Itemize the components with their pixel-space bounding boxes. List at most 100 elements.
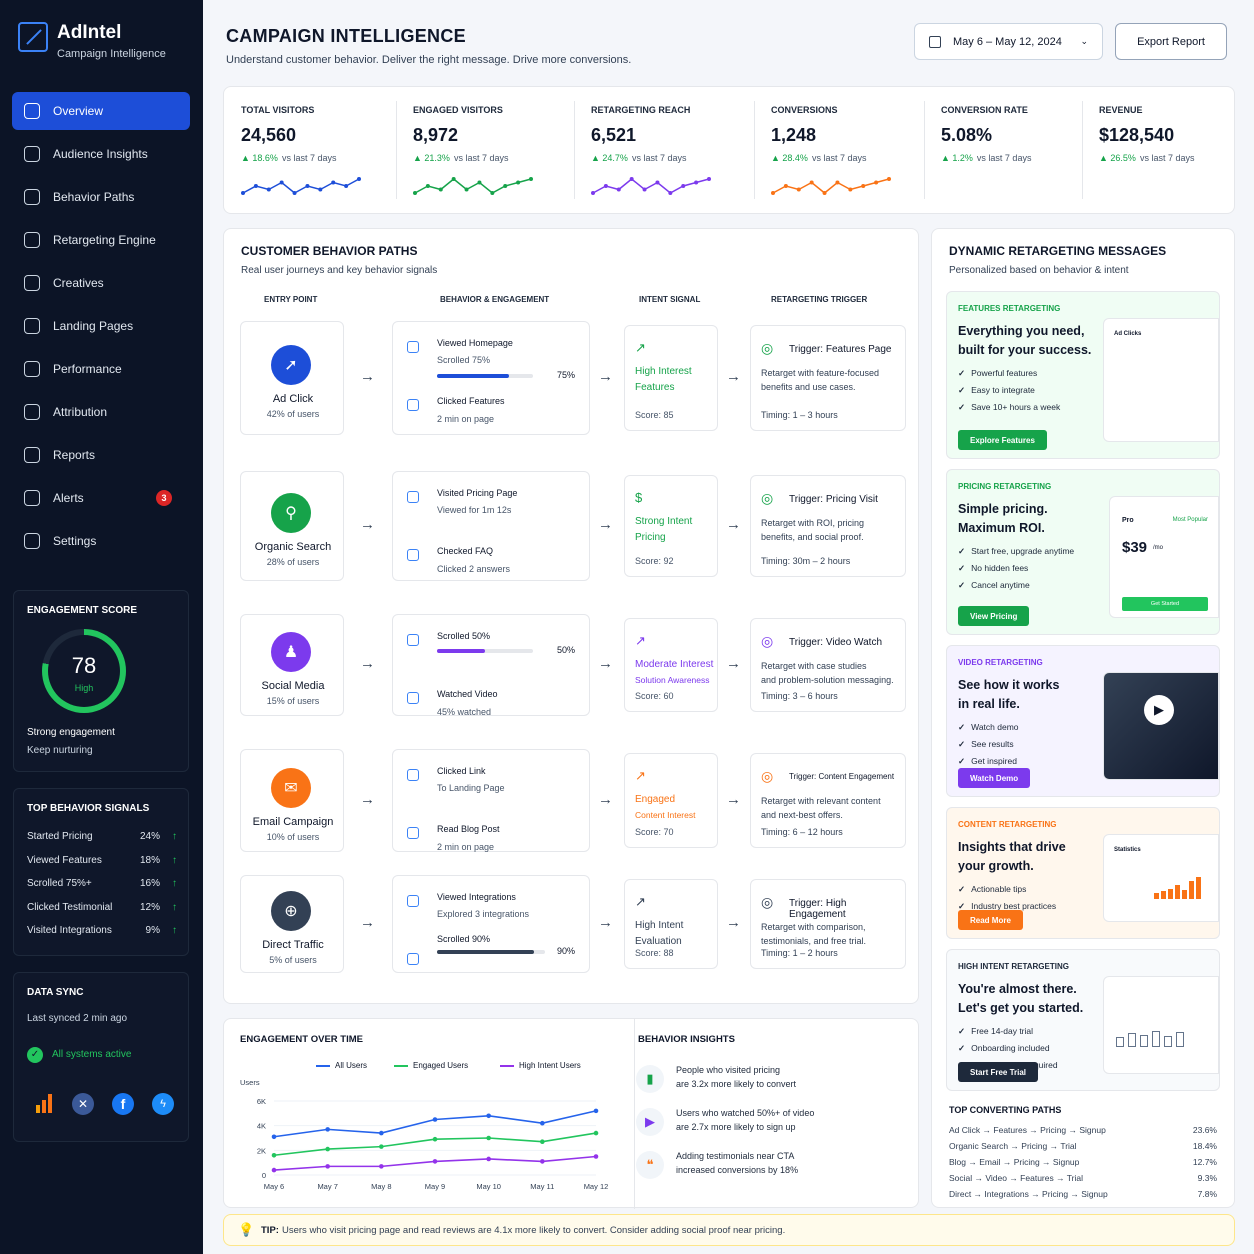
sidebar-item-label: Settings: [53, 534, 97, 548]
headline-line-1: See how it works: [958, 678, 1060, 692]
top-path-value: 9.3%: [1197, 1173, 1217, 1183]
data-point: [432, 1159, 438, 1164]
arrow-right-icon: →: [726, 655, 741, 672]
retarget-cta-button[interactable]: Watch Demo: [958, 768, 1031, 788]
behavior-step-1-detail: Explored 3 integrations: [437, 909, 530, 919]
trigger-box[interactable]: ◎ Trigger: Video Watch Retarget with case …: [750, 618, 906, 712]
retarget-card-content-retargeting[interactable]: CONTENT RETARGETING Insights that drive yo…: [946, 807, 1220, 939]
sidebar-item-alerts[interactable]: Alerts 3: [12, 479, 190, 517]
data-point: [379, 1144, 384, 1149]
retarget-benefit: Free 14-day trial: [958, 1026, 1033, 1037]
retarget-card-video-retargeting[interactable]: VIDEO RETARGETING See how it works in real…: [946, 645, 1220, 797]
page-icon: [24, 318, 40, 334]
trigger-box[interactable]: ◎ Trigger: High Engagement Retarget with c…: [750, 879, 906, 969]
entry-pct: 15% of users: [266, 696, 320, 706]
progress-label: 50%: [557, 645, 576, 655]
data-sync-card: DATA SYNC Last synced 2 min ago ✓ All sy…: [13, 972, 189, 1142]
entry-email-campaign[interactable]: ✉ Email Campaign 10% of users: [240, 749, 344, 852]
sidebar-item-attribution[interactable]: Attribution: [12, 393, 190, 431]
retarget-cta-button[interactable]: View Pricing: [958, 606, 1030, 626]
behavior-step-1: Viewed Integrations: [437, 892, 516, 902]
entry-ad-click[interactable]: ➚ Ad Click 42% of users: [240, 321, 344, 435]
image-icon: [24, 275, 40, 291]
intent-trend-icon: ↗: [635, 894, 646, 909]
retarget-card-high-intent-retargeting[interactable]: HIGH INTENT RETARGETING You're almost the…: [946, 949, 1220, 1091]
messenger-icon[interactable]: ϟ: [152, 1093, 174, 1115]
data-point: [540, 1159, 545, 1164]
headline-line-2: Maximum ROI.: [958, 521, 1045, 535]
sidebar-item-label: Alerts: [53, 491, 84, 505]
entry-direct-traffic[interactable]: ⊕ Direct Traffic 5% of users: [240, 875, 344, 973]
col-trigger: RETARGETING TRIGGER: [771, 295, 868, 304]
sparkline-point: [822, 191, 827, 195]
intent-topic: Content Interest: [635, 810, 696, 820]
messages-title: DYNAMIC RETARGETING MESSAGES: [949, 244, 1167, 258]
signal-row: Visited Integrations 9% ↑: [27, 925, 177, 936]
top-paths-title: TOP CONVERTING PATHS: [949, 1105, 1062, 1115]
sidebar-item-creatives[interactable]: Creatives: [12, 264, 190, 302]
facebook-icon[interactable]: f: [112, 1093, 134, 1115]
kpi-conversions: CONVERSIONS 1,248 ▲ 28.4% vs last 7 days: [754, 87, 924, 215]
behavior-step-1: Viewed Homepage: [437, 338, 513, 348]
entry-organic-search[interactable]: ⚲ Organic Search 28% of users: [240, 471, 344, 581]
intent-box: ↗ High Intent Evaluation Score: 88: [624, 879, 718, 969]
sidebar-item-landing-pages[interactable]: Landing Pages: [12, 307, 190, 345]
sidebar-item-settings[interactable]: Settings: [12, 522, 190, 560]
date-range-picker[interactable]: May 6 – May 12, 2024 ⌄: [914, 23, 1103, 60]
y-tick-label: 2K: [257, 1146, 266, 1155]
y-axis-label: Users: [240, 1079, 260, 1087]
kpi-change-pct: ▲ 28.4%: [771, 153, 808, 163]
target-icon: [24, 232, 40, 248]
plan-per: /mo: [1153, 545, 1164, 551]
sidebar-item-retargeting-engine[interactable]: Retargeting Engine: [12, 221, 190, 259]
top-path-row: Organic Search → Pricing → Trial 18.4%: [949, 1141, 1217, 1151]
retarget-label: CONTENT RETARGETING: [958, 820, 1057, 829]
sidebar-item-performance[interactable]: Performance: [12, 350, 190, 388]
sidebar-item-reports[interactable]: Reports: [12, 436, 190, 474]
data-point: [325, 1164, 330, 1169]
sidebar-item-behavior-paths[interactable]: Behavior Paths: [12, 178, 190, 216]
sidebar-item-label: Performance: [53, 362, 122, 376]
retarget-benefit: Cancel anytime: [958, 580, 1030, 591]
users-icon: [24, 146, 40, 162]
analytics-icon[interactable]: [34, 1093, 54, 1113]
sidebar-item-overview[interactable]: Overview: [12, 92, 190, 130]
sparkline-point: [616, 187, 621, 192]
get-started-button[interactable]: Get Started: [1122, 597, 1208, 611]
trigger-box[interactable]: ◎ Trigger: Features Page Retarget with fea…: [750, 325, 906, 431]
trigger-box[interactable]: ◎ Trigger: Content Engagement Retarget wit…: [750, 753, 906, 848]
kpi-divider: [396, 101, 397, 199]
play-icon[interactable]: ▶: [1144, 695, 1174, 725]
creative-preview: [1103, 976, 1219, 1074]
data-point: [379, 1164, 384, 1169]
intent-level: High Intent: [635, 920, 684, 931]
kpi-value: 6,521: [591, 125, 637, 145]
mail-app-icon[interactable]: ✕: [72, 1093, 94, 1115]
retarget-label: VIDEO RETARGETING: [958, 658, 1043, 667]
check-circle-icon: ✓: [27, 1047, 43, 1063]
behavior-step-icon: [407, 827, 419, 839]
retarget-benefit: Start free, upgrade anytime: [958, 546, 1074, 557]
top-path-row: Direct → Integrations → Pricing → Signup…: [949, 1189, 1217, 1199]
report-icon: [24, 447, 40, 463]
retarget-cta-button[interactable]: Start Free Trial: [958, 1062, 1039, 1082]
retarget-card-features-retargeting[interactable]: FEATURES RETARGETING Everything you need,…: [946, 291, 1220, 459]
signal-row: Viewed Features 18% ↑: [27, 855, 177, 866]
entry-social-media[interactable]: ♟ Social Media 15% of users: [240, 614, 344, 716]
arrow-right-icon: →: [360, 914, 375, 931]
insight-line-2: increased conversions by 18%: [676, 1165, 799, 1175]
top-signals-card: TOP BEHAVIOR SIGNALS Started Pricing 24% ↑…: [13, 788, 189, 956]
data-point: [486, 1135, 491, 1141]
trigger-box[interactable]: ◎ Trigger: Pricing Visit Retarget with ROI…: [750, 475, 906, 577]
behavior-step-2-detail: 45% watched: [437, 707, 492, 717]
sparkline-point: [503, 184, 508, 188]
x-tick-label: May 8: [371, 1182, 391, 1191]
arrow-right-icon: →: [598, 368, 613, 385]
sidebar-item-audience-insights[interactable]: Audience Insights: [12, 135, 190, 173]
kpi-strip: TOTAL VISITORS 24,560 ▲ 18.6% vs last 7 day…: [223, 86, 1235, 214]
retarget-cta-button[interactable]: Read More: [958, 910, 1023, 930]
retarget-headline: See how it works in real life.: [958, 676, 1118, 714]
export-report-button[interactable]: Export Report: [1115, 23, 1227, 60]
retarget-cta-button[interactable]: Explore Features: [958, 430, 1047, 450]
retarget-card-pricing-retargeting[interactable]: PRICING RETARGETING Simple pricing. Maximu…: [946, 469, 1220, 635]
